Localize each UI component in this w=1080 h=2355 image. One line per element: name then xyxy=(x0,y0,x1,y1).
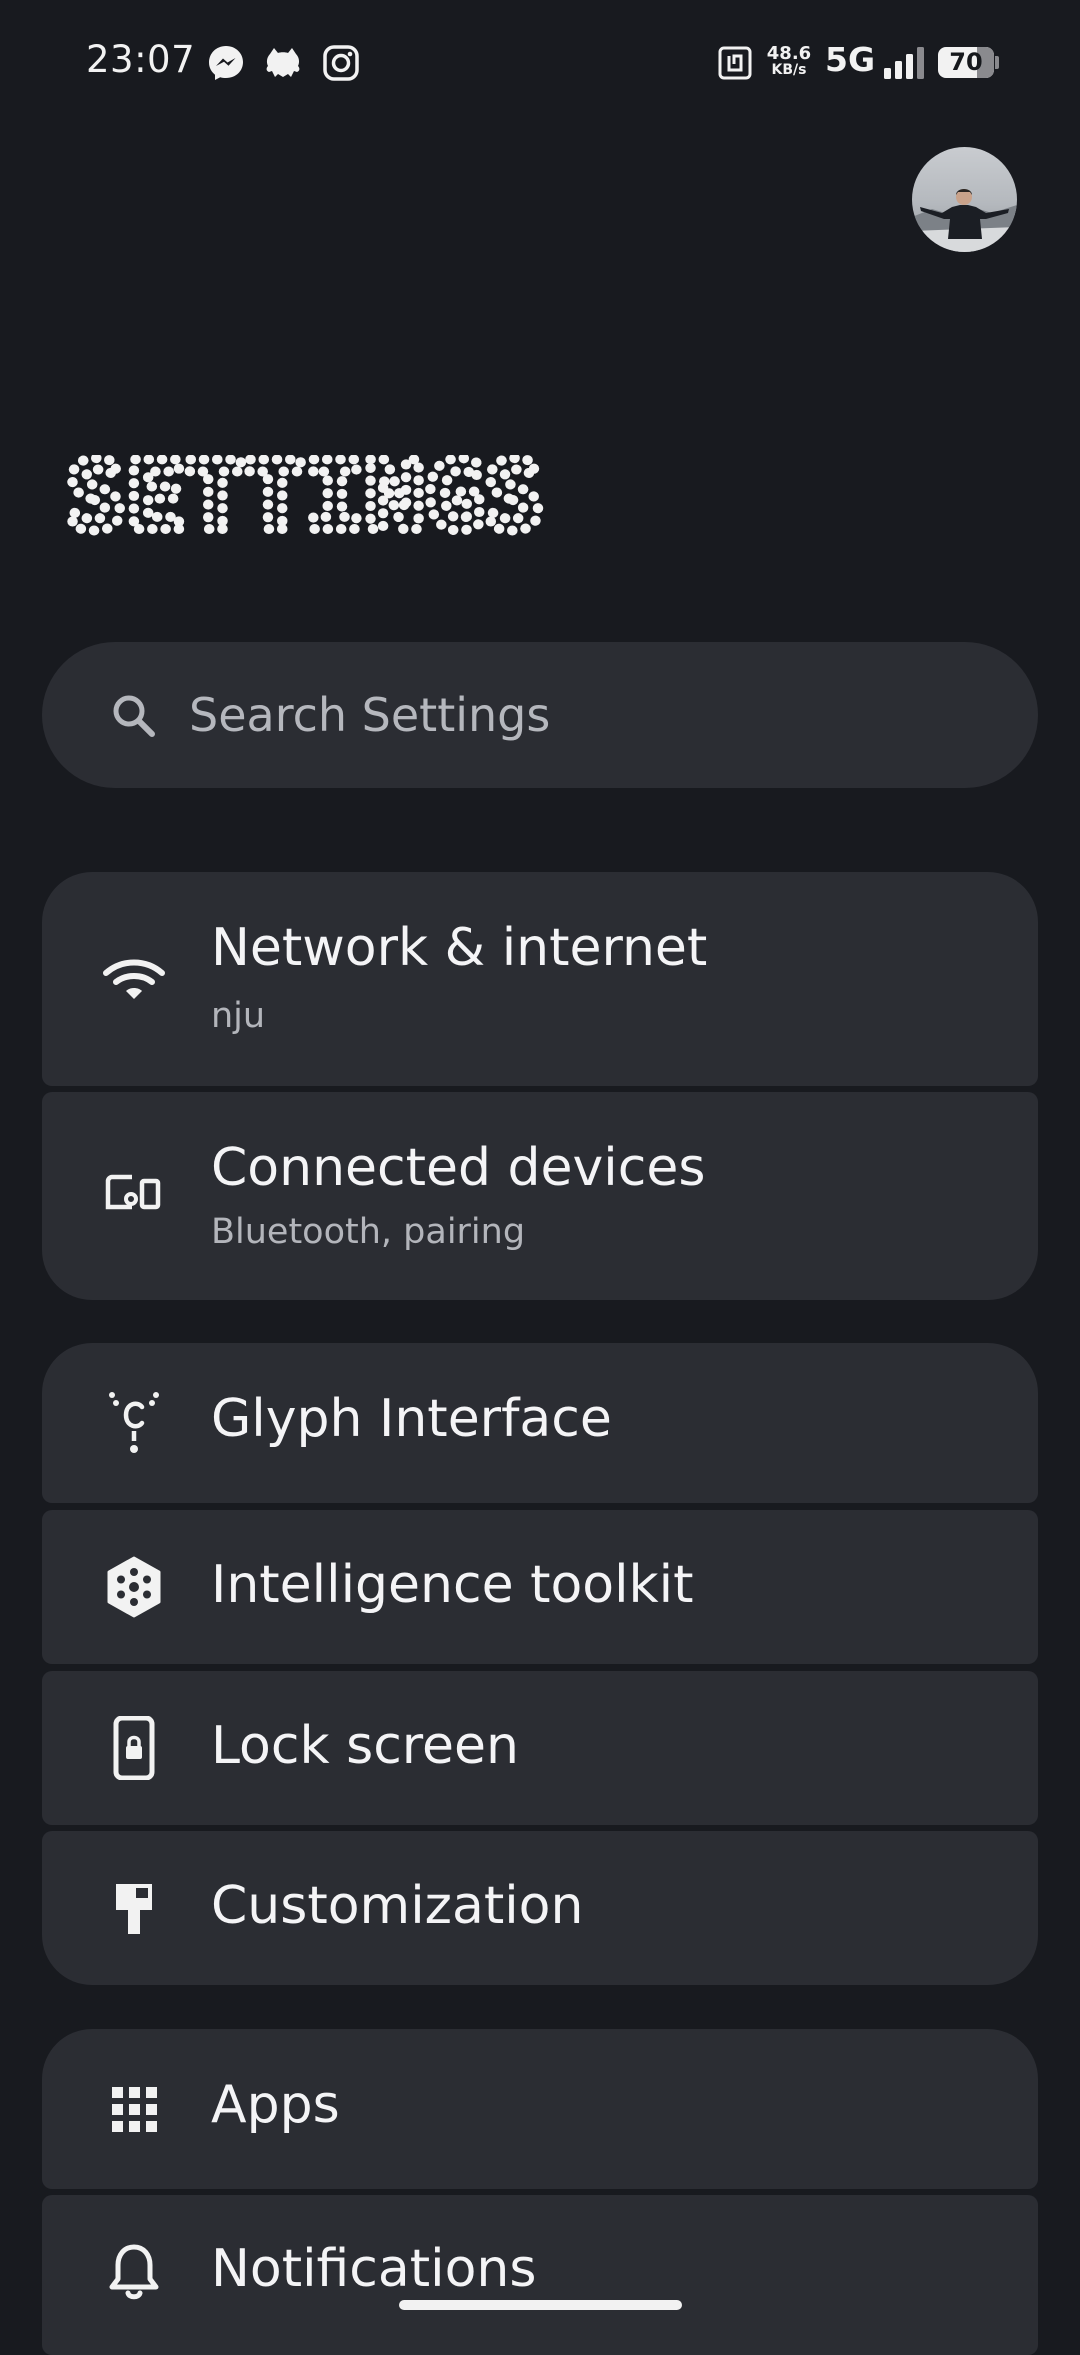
page-title-text: SETTINGS xyxy=(66,455,544,545)
network-type: 5G xyxy=(825,40,876,79)
network-speed-value: 48.6 xyxy=(766,43,812,64)
nfc-icon xyxy=(718,46,752,80)
settings-item-title: Glyph Interface xyxy=(211,1389,612,1449)
search-bar[interactable]: Search Settings xyxy=(42,642,1038,788)
settings-item-title: Notifications xyxy=(211,2239,537,2299)
status-bar: 23:07 48.6 KB/s 5G 70 xyxy=(0,0,1080,126)
settings-item-apps[interactable]: Apps xyxy=(42,2029,1038,2189)
battery-icon: 70 xyxy=(938,47,994,78)
bell-icon xyxy=(109,2244,159,2300)
signal-strength-icon xyxy=(884,47,924,79)
instagram-icon xyxy=(323,45,359,81)
settings-item-title: Lock screen xyxy=(211,1716,519,1776)
status-time: 23:07 xyxy=(86,38,196,81)
settings-item-connected-devices[interactable]: Connected devices Bluetooth, pairing xyxy=(42,1092,1038,1300)
settings-item-network-internet[interactable]: Network & internet nju xyxy=(42,872,1038,1086)
profile-avatar[interactable] xyxy=(912,147,1017,252)
search-input[interactable]: Search Settings xyxy=(189,642,550,788)
gesture-navigation-bar[interactable] xyxy=(399,2300,682,2310)
search-icon xyxy=(113,695,155,737)
wifi-icon xyxy=(103,959,165,999)
settings-item-glyph-interface[interactable]: Glyph Interface xyxy=(42,1343,1038,1503)
settings-item-subtitle: nju xyxy=(211,996,266,1036)
settings-item-title: Intelligence toolkit xyxy=(211,1555,694,1615)
settings-item-customization[interactable]: Customization xyxy=(42,1831,1038,1985)
settings-item-title: Connected devices xyxy=(211,1138,706,1198)
glyph-icon xyxy=(109,1392,159,1453)
cat-app-icon xyxy=(266,48,300,77)
network-speed: 48.6 KB/s xyxy=(764,45,814,79)
apps-grid-icon xyxy=(112,2087,157,2132)
settings-item-subtitle: Bluetooth, pairing xyxy=(211,1212,526,1252)
settings-item-title: Network & internet xyxy=(211,918,708,978)
settings-item-intelligence-toolkit[interactable]: Intelligence toolkit xyxy=(42,1510,1038,1664)
network-speed-unit: KB/s xyxy=(771,62,807,78)
lock-phone-icon xyxy=(113,1716,155,1780)
messenger-icon xyxy=(209,46,243,80)
settings-item-notifications[interactable]: Notifications xyxy=(42,2195,1038,2355)
settings-item-title: Customization xyxy=(211,1876,584,1936)
settings-item-title: Apps xyxy=(211,2075,340,2135)
page-title: SETTINGS xyxy=(66,455,549,545)
paint-roller-icon xyxy=(116,1884,152,1934)
settings-item-lock-screen[interactable]: Lock screen xyxy=(42,1671,1038,1825)
devices-icon xyxy=(105,1174,161,1210)
sparkle-hexagon-icon xyxy=(107,1556,161,1618)
battery-tip xyxy=(995,56,999,69)
battery-level: 70 xyxy=(949,48,983,76)
avatar-photo xyxy=(912,147,1017,252)
